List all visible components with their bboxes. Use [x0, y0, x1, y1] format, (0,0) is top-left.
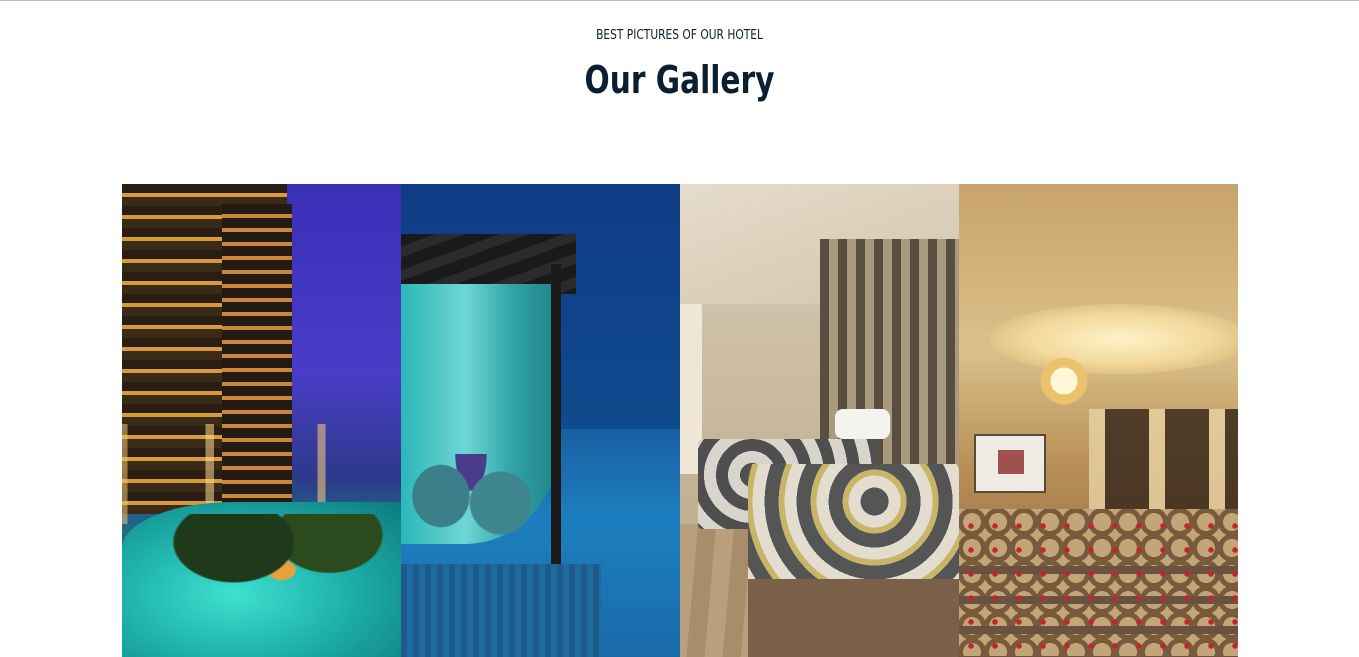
image-red-accents: [959, 514, 1238, 657]
image-bed-frame: [748, 579, 959, 657]
image-vases: [411, 454, 531, 594]
gallery-image-conference-hall[interactable]: [959, 184, 1238, 657]
gallery-image-hotel-pool[interactable]: [122, 184, 401, 657]
top-divider: [0, 0, 1359, 1]
image-palms: [162, 514, 401, 654]
section-subtitle: BEST PICTURES OF OUR HOTEL: [596, 28, 763, 43]
image-pillow: [835, 409, 890, 439]
image-bed-front: [748, 464, 959, 589]
image-post: [551, 264, 561, 564]
gallery-image-bedroom[interactable]: [680, 184, 959, 657]
gallery-grid: [122, 184, 1238, 657]
gallery-image-cabana[interactable]: [401, 184, 680, 657]
image-pillars: [1089, 409, 1238, 519]
section-title: Our Gallery: [584, 58, 775, 102]
image-projector-screen: [974, 434, 1046, 493]
